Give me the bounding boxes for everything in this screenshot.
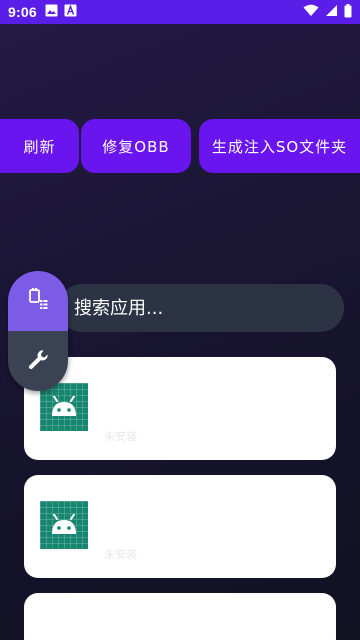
fix-obb-button-label: 修复OBB (102, 137, 170, 156)
floating-menu[interactable] (8, 271, 68, 391)
wrench-icon (27, 348, 49, 374)
wifi-icon (303, 4, 319, 20)
app-card[interactable]: 未安装 (24, 357, 336, 460)
app-card[interactable]: 未安装 (24, 475, 336, 578)
refresh-button-label: 刷新 (23, 137, 56, 156)
install-status: 未安装 (104, 548, 137, 561)
image-icon (45, 4, 58, 20)
status-time: 9:06 (8, 4, 37, 20)
refresh-button[interactable]: 刷新 (0, 119, 79, 173)
fix-obb-button[interactable]: 修复OBB (81, 119, 191, 173)
android-icon (40, 383, 88, 431)
signal-icon (325, 4, 338, 20)
generate-so-folder-button-label: 生成注入SO文件夹 (211, 137, 348, 156)
android-icon (40, 501, 88, 549)
app-card[interactable] (24, 593, 336, 640)
search-bar[interactable] (58, 284, 344, 332)
tools-button[interactable] (8, 331, 68, 391)
system-icons (303, 3, 352, 21)
search-input[interactable] (72, 296, 326, 320)
install-status: 未安装 (104, 430, 137, 443)
generate-so-folder-button[interactable]: 生成注入SO文件夹 (199, 119, 360, 173)
status-bar: 9:06 (0, 0, 360, 24)
battery-icon (344, 3, 352, 21)
app-list-button[interactable] (8, 271, 68, 331)
notification-icons (45, 4, 77, 20)
app-list-icon (28, 288, 48, 314)
font-a-icon (64, 4, 77, 20)
